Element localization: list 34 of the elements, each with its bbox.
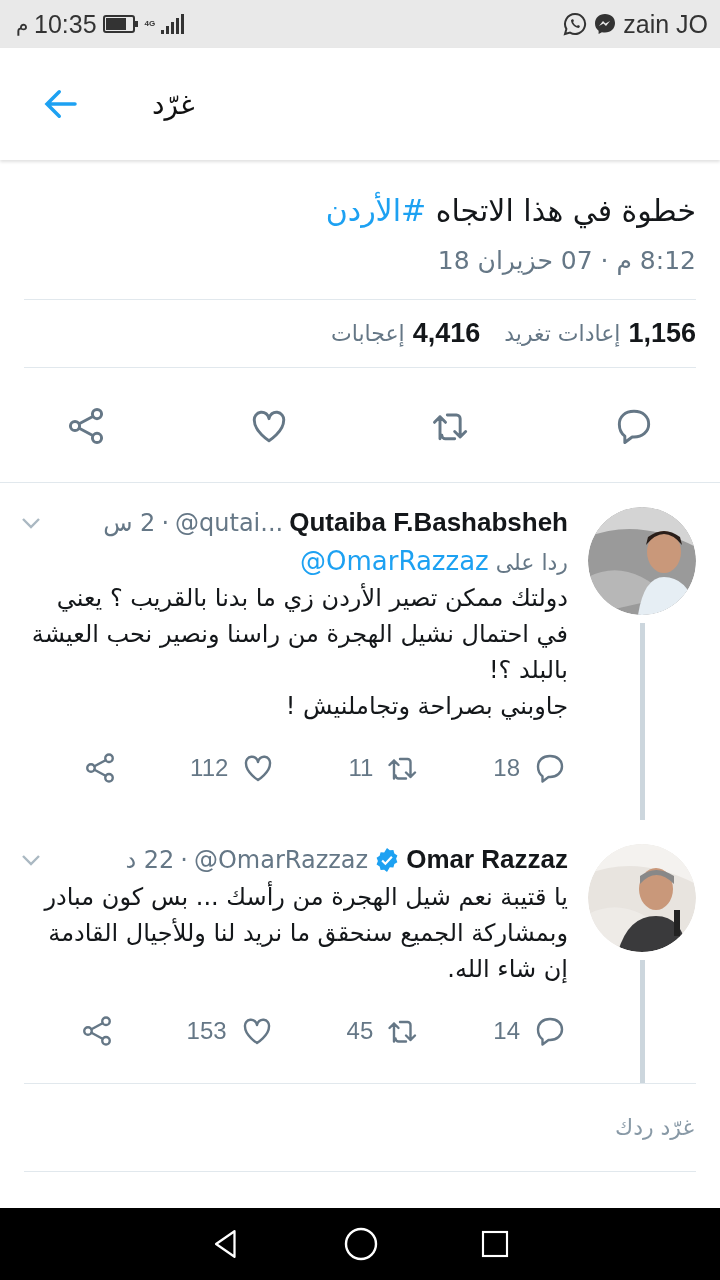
reply-count: 18 [493, 754, 520, 782]
author-name: Omar Razzaz [406, 844, 568, 875]
nav-recents-button[interactable] [479, 1228, 511, 1260]
page-title: غرّد [152, 87, 195, 121]
separator-dot: · [180, 845, 188, 874]
clock-time: 10:35 [34, 9, 97, 39]
stat-count: 4,416 [412, 318, 481, 349]
stat-label: إعجابات [331, 321, 405, 346]
author-handle: @OmarRazzaz [193, 845, 369, 874]
like-count: 112 [190, 754, 229, 782]
reply-text: يا قتيبة نعم شيل الهجرة من رأسك ... بس كون مبادر وبمشاركة الجميع سنحقق ما نريد لنا وللأجيال القادمة إن شاء الله. [42, 880, 568, 985]
retweet-count: 11 [348, 754, 374, 782]
nav-home-button[interactable] [343, 1226, 379, 1262]
hashtag-link[interactable]: #الأردن [325, 193, 427, 228]
separator-dot: · [161, 508, 170, 537]
reply-count: 14 [493, 1017, 520, 1045]
tweet-timestamp: 8:12 م · 07 حزيران 18 [24, 246, 696, 300]
tweet-time: 2 س [103, 508, 156, 537]
stat-label: إعادات تغريد [504, 321, 621, 346]
retweet-count: 45 [346, 1017, 374, 1045]
carrier-name: zain JO [623, 9, 708, 39]
network-label: 4G [144, 20, 156, 28]
tweet-text: خطوة في هذا الاتجاه #الأردن [324, 191, 696, 231]
battery-icon [102, 15, 139, 33]
stat-count: 1,156 [628, 318, 696, 349]
author-name: Qutaiba F.Bashabsheh [289, 507, 568, 538]
reply-text: دولتك ممكن تصير الأردن زي ما بدنا بالقريب ؟ يعني في احتمال نشيل الهجرة من راسنا ونصير نحب العيشة بالبلد ؟! جاوبني بصراحة وتجاملنيش ! [30, 582, 568, 722]
like-count: 153 [186, 1017, 227, 1045]
author-handle: @qutai... [175, 508, 284, 537]
chat-bubble-icon [563, 12, 588, 36]
tweet-time: 22 د [125, 845, 175, 874]
clock-suffix: م [16, 12, 28, 36]
lightning-bubble-icon [593, 12, 618, 36]
mention-link[interactable]: @OmarRazzaz [300, 546, 489, 576]
